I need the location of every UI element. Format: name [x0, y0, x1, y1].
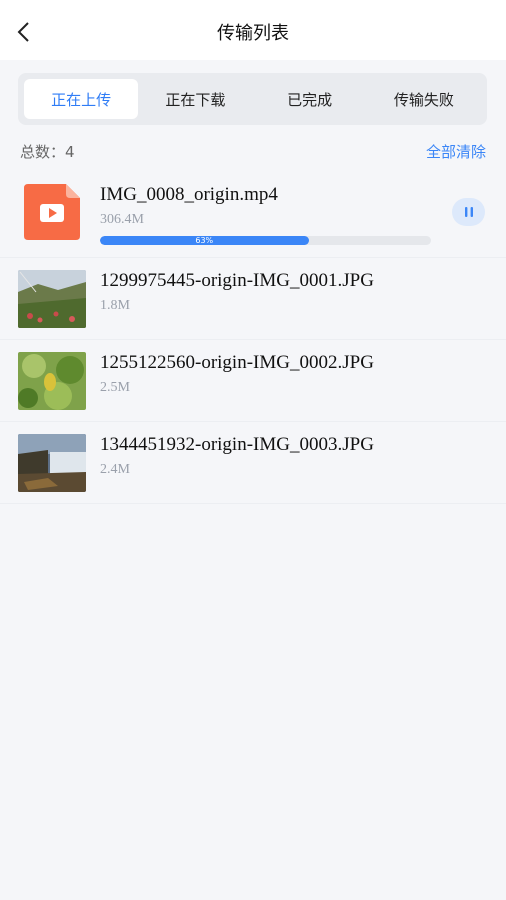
list-item[interactable]: 1255122560-origin-IMG_0002.JPG 2.5M [0, 340, 506, 422]
upload-list: IMG_0008_origin.mp4 306.4M 63% 129997544… [0, 172, 506, 504]
summary-bar: 总数：4 全部清除 [20, 140, 486, 162]
clear-all-button[interactable]: 全部清除 [426, 141, 486, 162]
file-name: 1344451932-origin-IMG_0003.JPG [100, 434, 374, 455]
upload-progress-label: 63% [195, 236, 214, 245]
upload-progress-bar: 63% [100, 236, 431, 245]
photo-thumbnail [18, 270, 86, 328]
file-size: 2.5M [100, 380, 130, 395]
file-name: 1299975445-origin-IMG_0001.JPG [100, 270, 374, 291]
tab-downloading[interactable]: 正在下载 [138, 79, 252, 119]
pause-button[interactable] [452, 198, 485, 226]
video-file-icon [24, 184, 80, 240]
list-item[interactable]: 1344451932-origin-IMG_0003.JPG 2.4M [0, 422, 506, 504]
file-name: IMG_0008_origin.mp4 [100, 184, 278, 205]
file-size: 1.8M [100, 298, 130, 313]
header-bar: 传输列表 [0, 0, 506, 60]
list-item[interactable]: IMG_0008_origin.mp4 306.4M 63% [0, 172, 506, 258]
page-title: 传输列表 [217, 23, 289, 44]
pause-icon [464, 207, 473, 217]
tab-completed[interactable]: 已完成 [253, 79, 367, 119]
file-size: 306.4M [100, 212, 144, 227]
total-count: 总数：4 [20, 142, 75, 161]
tab-uploading[interactable]: 正在上传 [24, 79, 139, 119]
photo-thumbnail [18, 352, 86, 410]
tab-failed[interactable]: 传输失败 [367, 79, 481, 119]
transfer-tabs: 正在上传 正在下载 已完成 传输失败 [18, 73, 487, 125]
photo-thumbnail [18, 434, 86, 492]
file-name: 1255122560-origin-IMG_0002.JPG [100, 352, 374, 373]
list-item[interactable]: 1299975445-origin-IMG_0001.JPG 1.8M [0, 258, 506, 340]
file-size: 2.4M [100, 462, 130, 477]
